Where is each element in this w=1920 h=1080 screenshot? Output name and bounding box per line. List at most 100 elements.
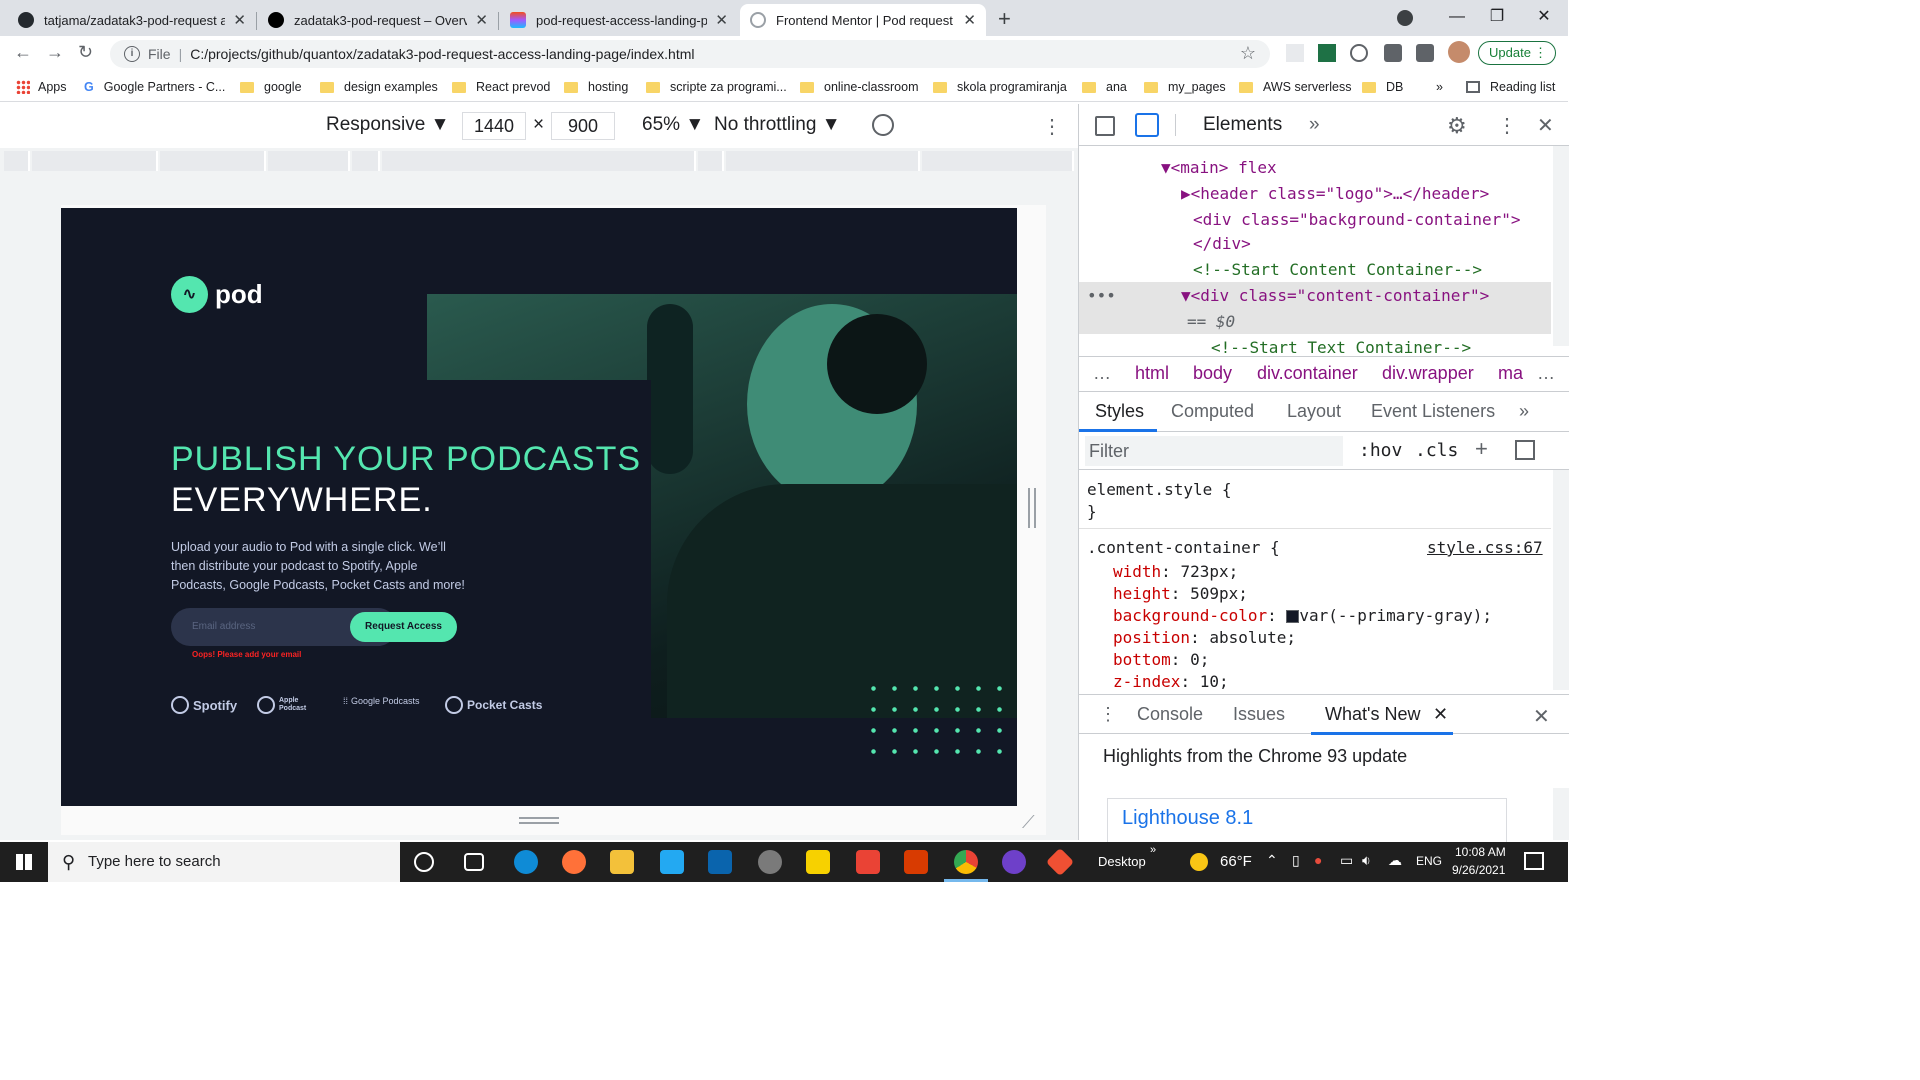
- device-toggle-icon[interactable]: [1135, 113, 1159, 137]
- info-icon[interactable]: i: [124, 46, 140, 62]
- scrollbar[interactable]: [1553, 146, 1569, 346]
- weather-icon[interactable]: [1190, 853, 1208, 871]
- eyedropper-extension-icon[interactable]: [1384, 44, 1402, 62]
- notification-center-icon[interactable]: [1524, 852, 1544, 870]
- devtools-menu-icon[interactable]: ⋮: [1497, 113, 1517, 138]
- extension-icon[interactable]: [1350, 44, 1368, 62]
- dom-node-content-container[interactable]: ▼<div class="content-container">: [1181, 286, 1489, 305]
- bookmark-apps[interactable]: Apps: [16, 80, 67, 94]
- chrome-icon[interactable]: [954, 850, 978, 874]
- clock-time[interactable]: 10:08 AM: [1455, 845, 1506, 859]
- cortana-icon[interactable]: [414, 852, 434, 872]
- url-text[interactable]: C:/projects/github/quantox/zadatak3-pod-…: [190, 46, 694, 62]
- breadcrumb-div-wrapper[interactable]: div.wrapper: [1382, 363, 1474, 384]
- extension-icon[interactable]: [1286, 44, 1304, 62]
- media-query-segment[interactable]: [160, 151, 266, 171]
- back-icon[interactable]: ←: [14, 42, 32, 63]
- cls-toggle[interactable]: .cls: [1415, 440, 1458, 461]
- desktop-toolbar[interactable]: Desktop: [1098, 854, 1146, 869]
- bookmark-folder[interactable]: my_pages: [1144, 80, 1226, 94]
- tab-github-repo[interactable]: tatjama/zadatak3-pod-request a ✕: [8, 4, 256, 36]
- snip-icon[interactable]: [758, 850, 782, 874]
- volume-icon[interactable]: 🔉︎: [1362, 852, 1371, 869]
- bookmark-folder[interactable]: React prevod: [452, 80, 550, 94]
- viewport-resize-handle-right[interactable]: [1028, 488, 1036, 528]
- bookmark-folder[interactable]: hosting: [564, 80, 628, 94]
- viewport-width-input[interactable]: 1440: [462, 112, 526, 140]
- close-icon[interactable]: ✕: [475, 11, 488, 29]
- file-explorer-icon[interactable]: [610, 850, 634, 874]
- bookmark-folder[interactable]: ana: [1082, 80, 1127, 94]
- device-icon[interactable]: ▯: [1292, 852, 1300, 869]
- bookmark-folder[interactable]: AWS serverless: [1239, 80, 1351, 94]
- dom-node-header[interactable]: ▶<header class="logo">…</header>: [1181, 184, 1489, 203]
- profile-avatar[interactable]: [1448, 41, 1470, 63]
- vscode-icon[interactable]: [660, 850, 684, 874]
- bookmark-folder[interactable]: online-classroom: [800, 80, 918, 94]
- weather-temperature[interactable]: 66°F: [1220, 853, 1252, 870]
- toggle-sidebar-icon[interactable]: [1515, 440, 1535, 460]
- tab-vercel-overview[interactable]: zadatak3-pod-request – Overview ✕: [258, 4, 498, 36]
- tab-frontend-mentor[interactable]: Frontend Mentor | Pod request a ✕: [740, 4, 986, 36]
- reload-icon[interactable]: ↻: [78, 42, 93, 63]
- media-query-segment[interactable]: [698, 151, 724, 171]
- more-options-icon[interactable]: ⋮: [1042, 114, 1062, 139]
- style-property[interactable]: width: 723px;: [1113, 562, 1238, 581]
- battery-icon[interactable]: ▭: [1340, 852, 1353, 869]
- bookmark-folder[interactable]: design examples: [320, 80, 438, 94]
- maximize-icon[interactable]: ❐: [1474, 0, 1520, 34]
- desktop-expand-icon[interactable]: »: [1150, 844, 1156, 856]
- style-property[interactable]: z-index: 10;: [1113, 672, 1229, 691]
- bookmark-folder[interactable]: DB: [1362, 80, 1403, 94]
- style-property[interactable]: background-color: var(--primary-gray);: [1113, 606, 1492, 625]
- bookmark-folder[interactable]: scripte za programi...: [646, 80, 787, 94]
- zoom-select[interactable]: 65% ▼: [642, 114, 704, 136]
- styles-filter-input[interactable]: Filter: [1085, 436, 1343, 466]
- request-access-button[interactable]: Request Access: [350, 612, 457, 642]
- onedrive-icon[interactable]: ☁: [1388, 852, 1402, 869]
- taskbar-search[interactable]: ⚲ Type here to search: [48, 842, 400, 882]
- close-tab-icon[interactable]: ✕: [1433, 704, 1448, 725]
- dom-node-close-div[interactable]: </div>: [1193, 234, 1251, 253]
- bookmarks-overflow[interactable]: »: [1436, 80, 1443, 94]
- media-query-segment[interactable]: [726, 151, 920, 171]
- bookmark-google-partners[interactable]: G Google Partners - C...: [84, 80, 225, 94]
- scrollbar[interactable]: [1553, 470, 1569, 690]
- bookmark-folder[interactable]: skola programiranja: [933, 80, 1067, 94]
- gmail-icon[interactable]: [856, 850, 880, 874]
- breadcrumb-body[interactable]: body: [1193, 363, 1232, 384]
- github-desktop-icon[interactable]: [1002, 850, 1026, 874]
- tab-figma[interactable]: pod-request-access-landing-pag ✕: [500, 4, 738, 36]
- language-indicator[interactable]: ENG: [1416, 854, 1442, 868]
- dom-node-main[interactable]: ▼<main> flex: [1161, 158, 1277, 177]
- more-tabs-icon[interactable]: »: [1519, 401, 1529, 422]
- node-actions-icon[interactable]: •••: [1087, 286, 1116, 305]
- style-property[interactable]: bottom: 0;: [1113, 650, 1209, 669]
- viewport-resize-handle-corner[interactable]: ⟋: [1022, 812, 1044, 834]
- more-panels-icon[interactable]: »: [1309, 114, 1320, 136]
- close-icon[interactable]: ✕: [963, 11, 976, 29]
- window-close-icon[interactable]: ✕: [1521, 0, 1567, 34]
- lighthouse-card-title[interactable]: Lighthouse 8.1: [1122, 807, 1253, 830]
- edge-icon[interactable]: [514, 850, 538, 874]
- tab-issues[interactable]: Issues: [1233, 704, 1285, 725]
- site-logo[interactable]: ∿ pod: [171, 276, 263, 313]
- close-devtools-icon[interactable]: ✕: [1537, 113, 1554, 138]
- new-rule-icon[interactable]: +: [1475, 436, 1488, 462]
- tab-layout[interactable]: Layout: [1287, 401, 1341, 422]
- task-view-icon[interactable]: [464, 853, 484, 871]
- office-icon[interactable]: [904, 850, 928, 874]
- tab-computed[interactable]: Computed: [1171, 401, 1254, 422]
- breadcrumb-overflow-left[interactable]: …: [1093, 363, 1111, 384]
- rule-selector[interactable]: .content-container {: [1087, 538, 1280, 557]
- mail-icon[interactable]: [708, 850, 732, 874]
- breadcrumb-div-container[interactable]: div.container: [1257, 363, 1358, 384]
- windows-start-icon[interactable]: [16, 854, 32, 870]
- device-mode-select[interactable]: Responsive ▼: [326, 114, 449, 136]
- bookmark-folder[interactable]: google: [240, 80, 302, 94]
- breadcrumb-main[interactable]: ma: [1498, 363, 1523, 384]
- inspect-element-icon[interactable]: [1095, 116, 1115, 136]
- close-icon[interactable]: ✕: [233, 11, 246, 29]
- lighthouse-card[interactable]: Lighthouse 8.1: [1107, 798, 1507, 848]
- update-button[interactable]: Update ⋮: [1478, 41, 1556, 65]
